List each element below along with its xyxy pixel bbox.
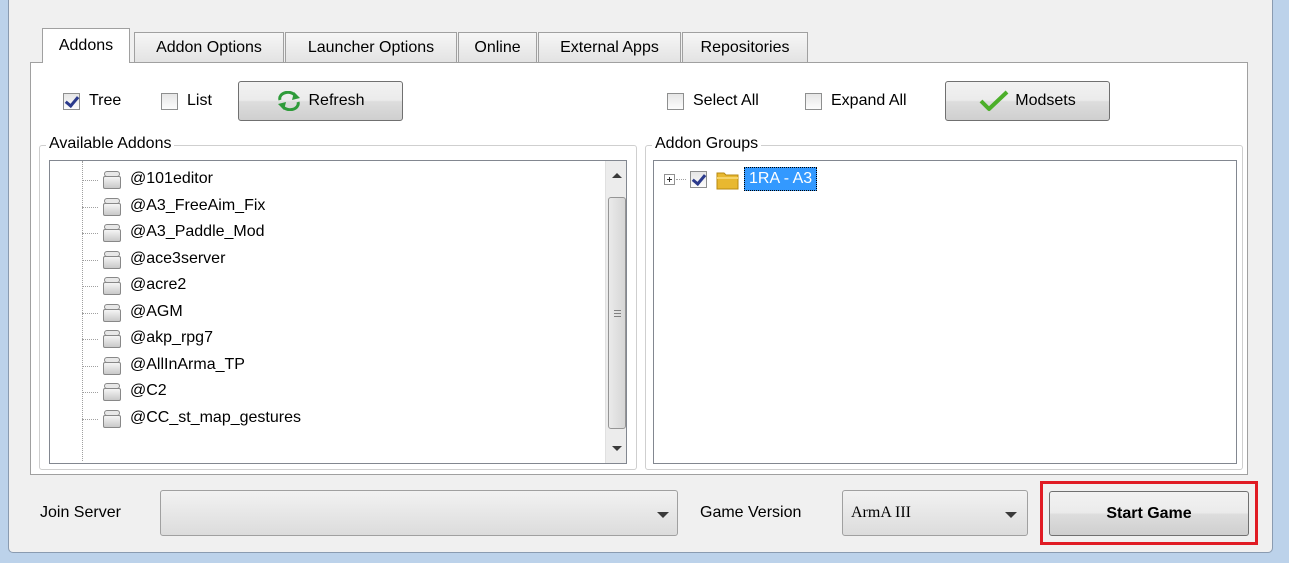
- addon-brick-icon: [102, 303, 122, 322]
- tab-label: Addons: [58, 37, 114, 54]
- tree-connector: [82, 206, 98, 208]
- group-1ra-checkbox[interactable]: [690, 171, 707, 188]
- addon-name: @A3_Paddle_Mod: [130, 223, 265, 240]
- select-all-checkbox[interactable]: [667, 93, 684, 110]
- group-1ra-label[interactable]: 1RA - A3: [744, 167, 818, 191]
- addon-groups-tree[interactable]: 1RA - A3: [653, 160, 1237, 464]
- addon-brick-icon: [102, 224, 122, 242]
- addon-groups-title: Addon Groups: [652, 135, 762, 153]
- addon-list-item[interactable]: @A3_FreeAim_Fix: [50, 194, 600, 220]
- tab-label: Repositories: [700, 38, 790, 56]
- addon-name: @A3_FreeAim_Fix: [130, 196, 266, 214]
- refresh-button[interactable]: Refresh: [238, 81, 403, 121]
- tree-checkbox[interactable]: [63, 93, 80, 110]
- available-addons-group: Available Addons @101editor @A3_FreeAim_F…: [39, 135, 637, 470]
- tree-label: Tree: [89, 92, 122, 109]
- addon-name: @101editor: [130, 170, 213, 187]
- chevron-down-icon[interactable]: [657, 512, 669, 518]
- tree-connector: [82, 312, 98, 314]
- tab-label: Launcher Options: [307, 38, 435, 56]
- addon-list-item[interactable]: @acre2: [50, 273, 600, 299]
- tab-addon-options[interactable]: Addon Options: [134, 32, 284, 62]
- tree-connector: [82, 233, 98, 234]
- expand-plus-icon[interactable]: [664, 174, 675, 185]
- tree-connector: [82, 180, 98, 181]
- list-checkbox[interactable]: [161, 93, 178, 110]
- addon-brick-icon: [102, 356, 122, 375]
- addon-brick-icon: [102, 197, 122, 216]
- select-all-label: Select All: [693, 92, 759, 109]
- addon-list-item[interactable]: @C2: [50, 379, 600, 405]
- tree-connector: [82, 259, 98, 261]
- tab-repositories[interactable]: Repositories: [682, 32, 808, 62]
- addon-brick-icon: [102, 171, 122, 189]
- tab-online[interactable]: Online: [458, 32, 537, 62]
- game-version-label: Game Version: [700, 504, 802, 521]
- scroll-down-arrow-icon[interactable]: [612, 446, 622, 451]
- available-addons-title: Available Addons: [46, 135, 175, 153]
- tab-label: Addon Options: [156, 38, 262, 56]
- expand-all-checkbox[interactable]: [805, 93, 822, 110]
- addon-brick-icon: [102, 330, 122, 348]
- addon-list-item[interactable]: @101editor: [50, 167, 600, 193]
- addon-list-item[interactable]: @AllInArma_TP: [50, 353, 600, 379]
- available-addons-tree[interactable]: @101editor @A3_FreeAim_Fix @A3_Paddle_Mod @…: [49, 160, 627, 464]
- addon-name: @ace3server: [130, 249, 226, 267]
- addon-name: @AGM: [130, 302, 183, 320]
- addon-name: @CC_st_map_gestures: [130, 408, 301, 426]
- addon-groups-group: Addon Groups 1RA - A3: [645, 135, 1243, 470]
- addon-name: @C2: [130, 382, 167, 399]
- tree-connector: [82, 392, 98, 393]
- vertical-scrollbar[interactable]: [605, 161, 626, 463]
- addon-list-item[interactable]: @akp_rpg7: [50, 326, 600, 352]
- start-game-button[interactable]: Start Game: [1049, 491, 1249, 536]
- scroll-up-arrow-icon[interactable]: [612, 173, 622, 178]
- addons-tab-panel: Tree List Refresh Select All Expand All …: [30, 62, 1248, 475]
- addon-name: @AllInArma_TP: [130, 355, 245, 373]
- modsets-label: Modsets: [1015, 92, 1076, 109]
- addon-brick-icon: [102, 409, 122, 428]
- chevron-down-icon[interactable]: [1005, 512, 1017, 518]
- addon-brick-icon: [102, 250, 122, 269]
- tree-connector: [676, 179, 686, 180]
- game-version-value: ArmA III: [851, 504, 911, 521]
- addon-list-item[interactable]: @ace3server: [50, 247, 600, 273]
- tab-label: External Apps: [560, 38, 659, 56]
- folder-icon: [716, 172, 739, 190]
- addon-list-item[interactable]: @CC_st_map_gestures: [50, 406, 600, 432]
- join-server-combobox[interactable]: [160, 490, 678, 536]
- addon-brick-icon: [102, 277, 122, 295]
- start-game-label: Start Game: [1106, 504, 1192, 522]
- refresh-label: Refresh: [308, 92, 365, 109]
- addon-list-item[interactable]: @AGM: [50, 300, 600, 326]
- tree-connector: [82, 286, 98, 287]
- addon-name: @akp_rpg7: [130, 329, 213, 346]
- tab-label: Online: [474, 38, 521, 56]
- tab-launcher-options[interactable]: Launcher Options: [285, 32, 457, 62]
- tree-connector: [82, 339, 98, 340]
- checkmark-icon: [979, 90, 1009, 111]
- addon-list-item[interactable]: @A3_Paddle_Mod: [50, 220, 600, 246]
- join-server-label: Join Server: [40, 504, 121, 521]
- expand-all-label: Expand All: [831, 92, 907, 109]
- tree-connector: [82, 365, 98, 367]
- tab-external-apps[interactable]: External Apps: [538, 32, 681, 62]
- tree-connector: [82, 418, 98, 420]
- addon-name: @acre2: [130, 276, 187, 293]
- refresh-icon: [278, 91, 301, 111]
- game-version-combobox[interactable]: ArmA III: [842, 490, 1028, 536]
- modsets-button[interactable]: Modsets: [945, 81, 1110, 121]
- tab-addons[interactable]: Addons: [42, 28, 130, 63]
- scrollbar-thumb[interactable]: [608, 197, 626, 429]
- list-label: List: [187, 92, 212, 109]
- addon-brick-icon: [102, 383, 122, 401]
